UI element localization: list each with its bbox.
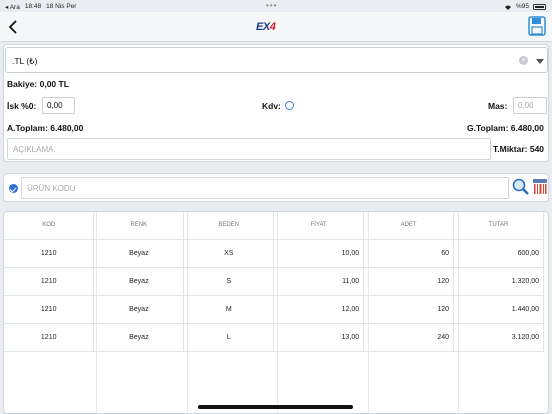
- battery-percent: %95: [515, 3, 529, 10]
- clear-icon[interactable]: ×: [519, 56, 528, 65]
- multitask-dots[interactable]: •••: [266, 1, 277, 10]
- status-time: 18:48: [24, 3, 42, 10]
- check-icon[interactable]: [9, 184, 18, 193]
- cell-kod: 1210: [4, 267, 95, 296]
- order-lines-table: KOD RENK BEDEN FİYAT ADET TUTAR 1210 Bey…: [4, 212, 544, 352]
- column-header-kod: KOD: [4, 212, 95, 240]
- cell-renk: Beyaz: [93, 295, 185, 324]
- cell-adet: 240: [363, 323, 455, 352]
- cell-kod: 1210: [4, 323, 95, 352]
- column-header-tutar: TUTAR: [453, 212, 544, 240]
- chevron-left-icon: [8, 20, 17, 34]
- home-indicator[interactable]: [198, 405, 353, 409]
- total-quantity-label: T.Miktar: 540: [493, 144, 545, 154]
- back-to-app-label[interactable]: ◂ Ara: [5, 3, 20, 11]
- product-search-card: ÜRÜN KODU: [3, 173, 549, 202]
- balance-label: Bakiye: 0,00 TL: [7, 79, 69, 89]
- status-bar: ◂ Ara 18:48 18 Nis Per ••• %95: [0, 0, 552, 12]
- description-input[interactable]: AÇIKLAMA:: [7, 138, 491, 160]
- cell-tutar: 1.320,00: [453, 267, 544, 296]
- vat-label: Kdv:: [262, 101, 281, 111]
- cell-tutar: 1.440,00: [453, 295, 544, 324]
- cell-renk: Beyaz: [93, 239, 185, 268]
- table-row[interactable]: 1210 Beyaz L 13,00 240 3.120,00: [4, 323, 544, 352]
- column-header-renk: RENK: [93, 212, 185, 240]
- cell-beden: XS: [183, 239, 275, 268]
- product-code-input[interactable]: ÜRÜN KODU: [21, 177, 509, 199]
- barcode-scan-button[interactable]: [532, 178, 548, 196]
- back-button[interactable]: [6, 18, 22, 36]
- battery-icon: [533, 3, 546, 10]
- grand-total-label: G.Toplam: 6.480,00: [467, 123, 544, 133]
- save-button[interactable]: [528, 16, 546, 36]
- currency-value: .TL (₺): [12, 56, 38, 66]
- cell-renk: Beyaz: [93, 267, 185, 296]
- save-icon: [528, 16, 546, 36]
- cell-beden: S: [183, 267, 275, 296]
- currency-select[interactable]: .TL (₺) ×: [5, 47, 548, 73]
- discount-label: İsk %0:: [7, 101, 37, 111]
- search-icon: [512, 178, 529, 195]
- cell-tutar: 3.120,00: [453, 323, 544, 352]
- column-header-beden: BEDEN: [183, 212, 275, 240]
- cell-renk: Beyaz: [93, 323, 185, 352]
- cell-adet: 120: [363, 295, 455, 324]
- cell-tutar: 600,00: [453, 239, 544, 268]
- wifi-icon: [504, 5, 511, 10]
- cell-fiyat: 13,00: [273, 323, 365, 352]
- cell-beden: M: [183, 295, 275, 324]
- navigation-bar: EX4: [0, 12, 552, 42]
- table-row[interactable]: 1210 Beyaz S 11,00 120 1.320,00: [4, 267, 544, 296]
- chevron-down-icon[interactable]: [536, 59, 544, 64]
- cell-fiyat: 12,00: [273, 295, 365, 324]
- cell-kod: 1210: [4, 295, 95, 324]
- cell-fiyat: 11,00: [273, 267, 365, 296]
- logo-4: 4: [269, 21, 276, 33]
- order-header-card: .TL (₺) × Bakiye: 0,00 TL İsk %0: 0,00 K…: [3, 44, 549, 162]
- cell-adet: 120: [363, 267, 455, 296]
- status-date: 18 Nis Per: [46, 3, 77, 10]
- discount-input[interactable]: 0,00: [42, 97, 75, 114]
- column-header-adet: ADET: [363, 212, 455, 240]
- search-button[interactable]: [512, 178, 529, 196]
- table-row[interactable]: 1210 Beyaz M 12,00 120 1.440,00: [4, 295, 544, 324]
- cell-fiyat: 10,00: [273, 239, 365, 268]
- column-header-fiyat: FİYAT: [273, 212, 365, 240]
- cell-adet: 60: [363, 239, 455, 268]
- table-row[interactable]: 1210 Beyaz XS 10,00 60 600,00: [4, 239, 544, 268]
- table-header-row: KOD RENK BEDEN FİYAT ADET TUTAR: [4, 212, 544, 240]
- order-lines-card: KOD RENK BEDEN FİYAT ADET TUTAR 1210 Bey…: [3, 211, 549, 414]
- mas-label: Mas:: [488, 101, 508, 111]
- mas-input[interactable]: 0,00: [513, 97, 547, 114]
- cell-beden: L: [183, 323, 275, 352]
- subtotal-label: A.Toplam: 6.480,00: [7, 123, 84, 133]
- barcode-icon: [533, 179, 547, 194]
- logo-ex: EX: [256, 21, 270, 33]
- vat-radio[interactable]: [285, 101, 294, 110]
- cell-kod: 1210: [4, 239, 95, 268]
- app-logo: EX4: [256, 21, 276, 33]
